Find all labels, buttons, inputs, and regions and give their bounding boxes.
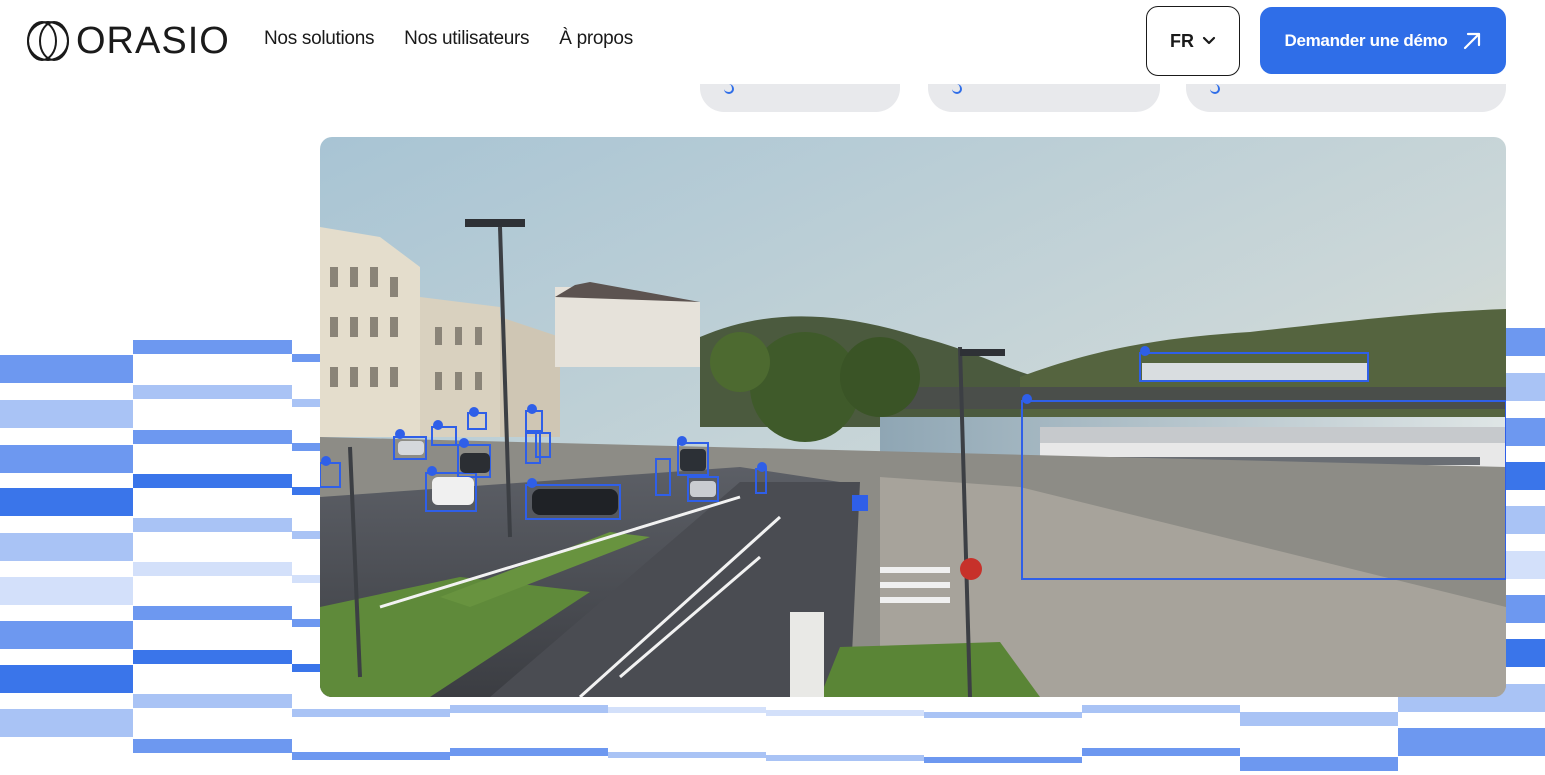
language-selector[interactable]: FR (1146, 6, 1240, 76)
nav-item-users[interactable]: Nos utilisateurs (404, 28, 529, 50)
request-demo-label: Demander une démo (1284, 30, 1448, 50)
hero-video[interactable] (320, 137, 1506, 697)
street-scene-image (320, 137, 1506, 697)
main-nav: Nos solutions Nos utilisateurs À propos (264, 28, 633, 50)
nav-item-solutions[interactable]: Nos solutions (264, 28, 374, 50)
language-label: FR (1170, 30, 1194, 51)
site-header: ORASIO Nos solutions Nos utilisateurs À … (0, 0, 1545, 84)
request-demo-button[interactable]: Demander une démo (1260, 7, 1506, 74)
arrow-up-right-icon (1463, 32, 1480, 49)
chevron-down-icon (1202, 36, 1216, 45)
feature-icon (724, 84, 734, 94)
brand-name: ORASIO (76, 20, 230, 62)
feature-icon (952, 84, 962, 94)
feature-icon (1210, 84, 1220, 94)
brand-logo[interactable]: ORASIO (24, 19, 230, 63)
interlocking-rings-icon (27, 21, 69, 61)
nav-item-about[interactable]: À propos (559, 28, 633, 50)
